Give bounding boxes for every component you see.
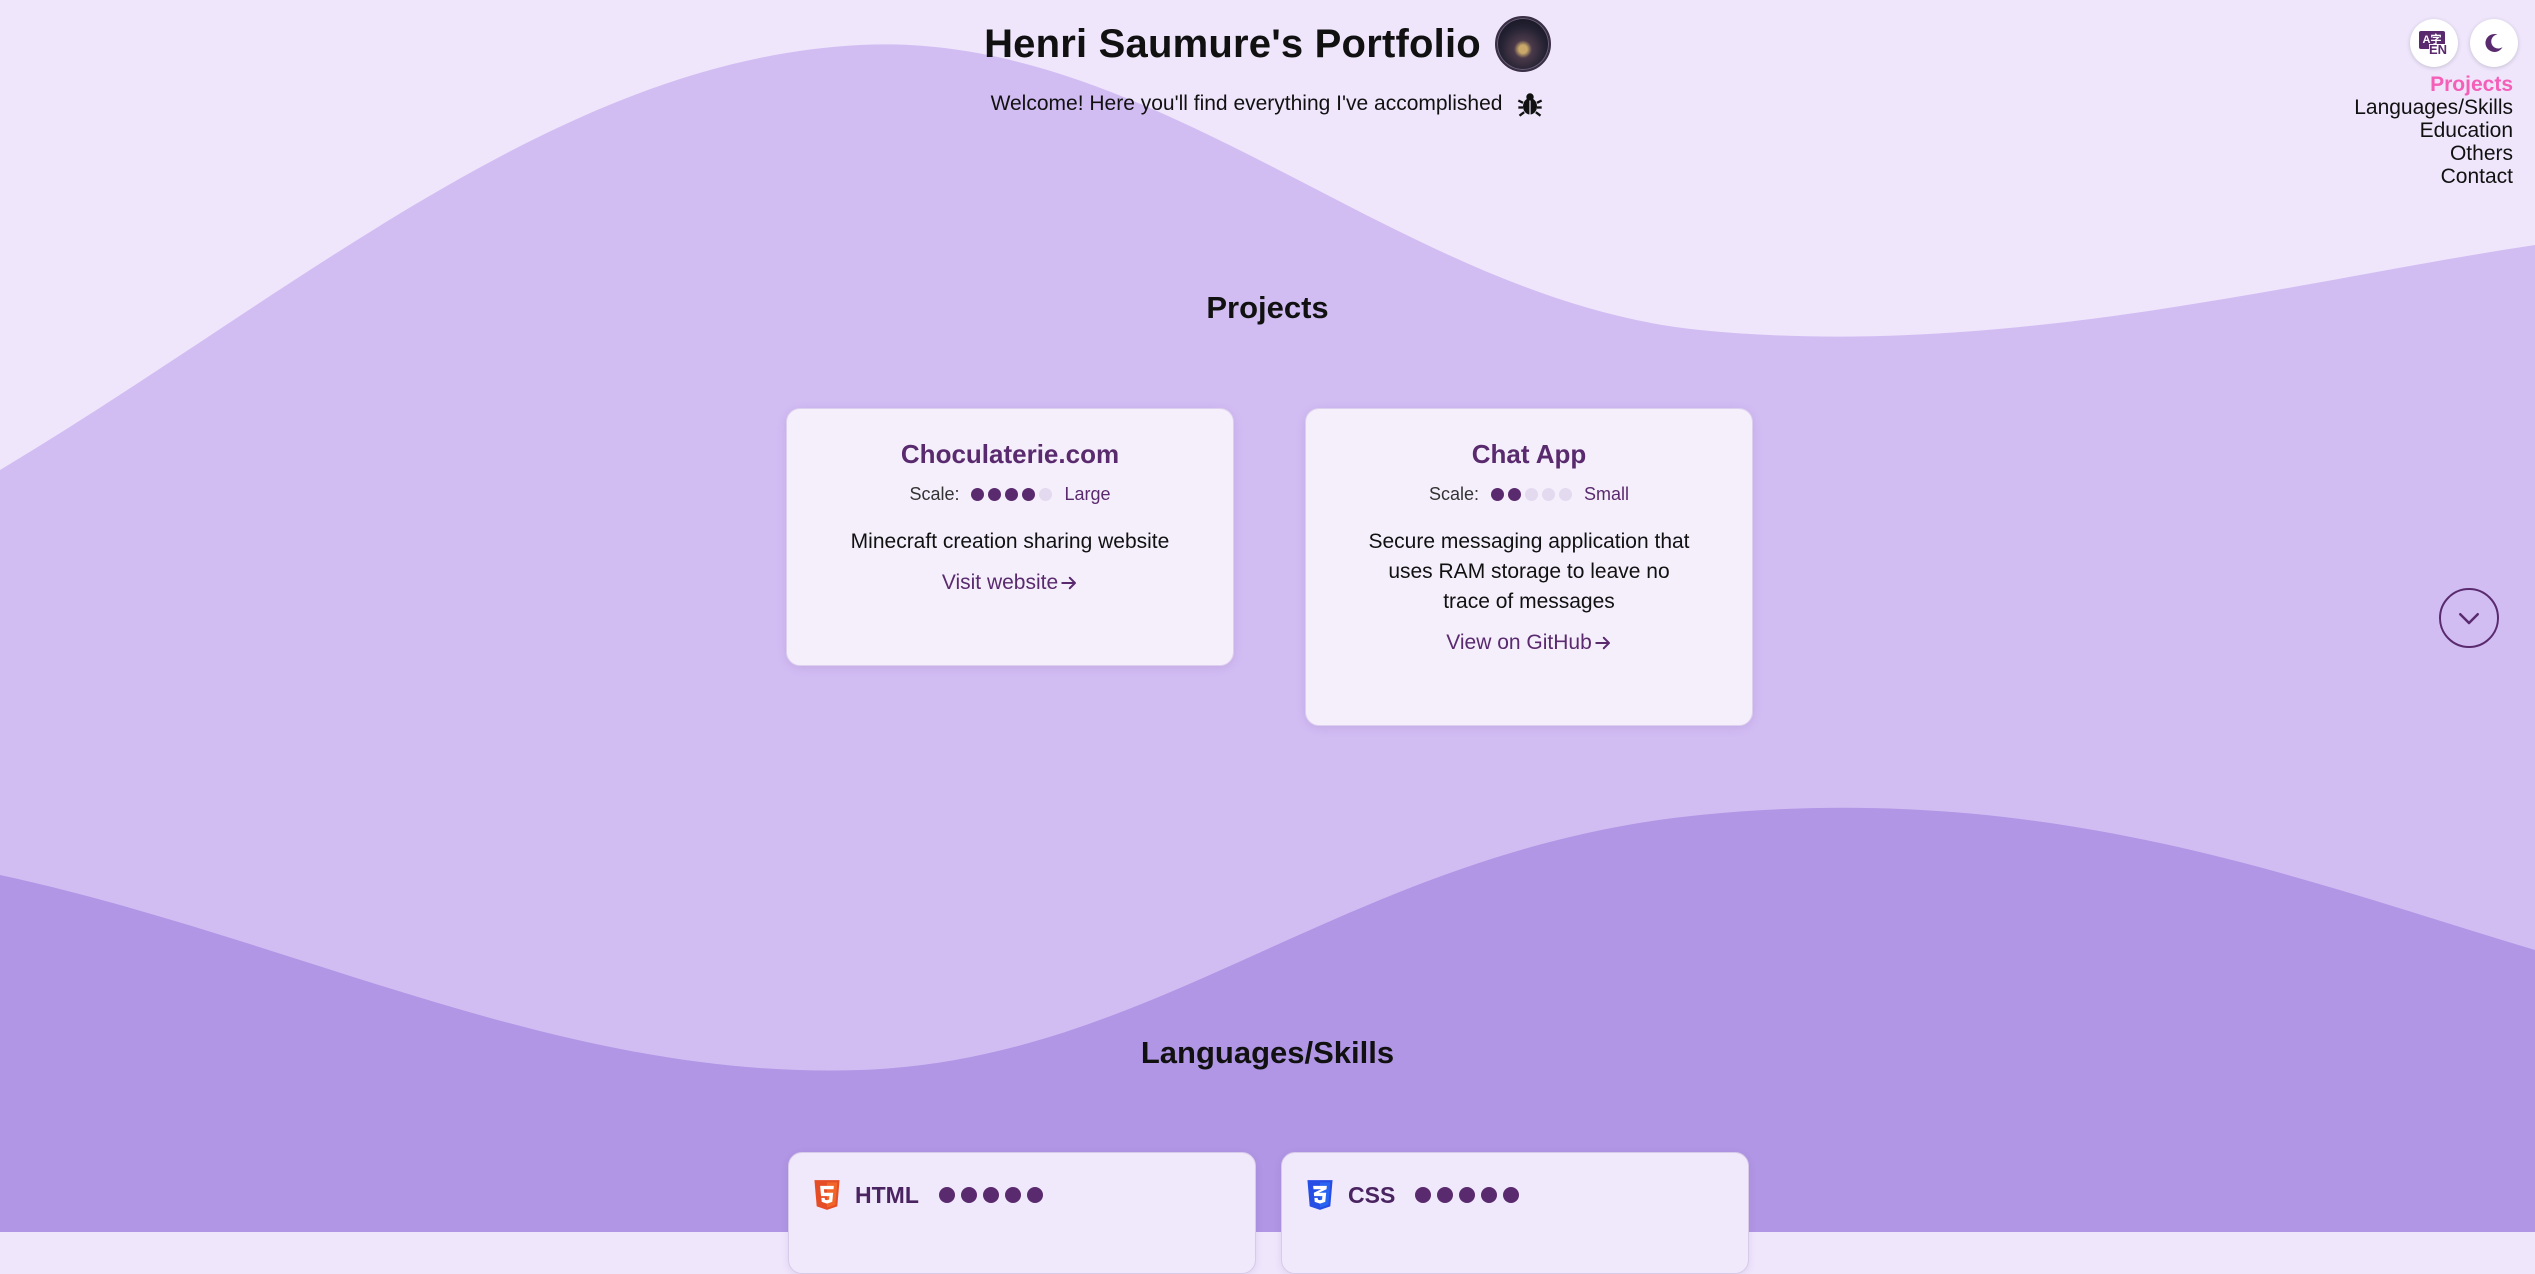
project-card: Chat App Scale: Small Secure messaging a… [1305,408,1753,726]
scale-label: Scale: [1428,484,1479,504]
scale-dot-filled [971,488,985,501]
language-toggle-button[interactable]: A字 EN [2410,19,2458,67]
language-code: EN [2429,42,2448,57]
scale-dot-filled [1508,488,1521,501]
skill-card: HTML [788,1152,1256,1274]
skill-level-dot [982,1187,999,1203]
view-on-github-link[interactable]: View on GitHub [1446,631,1612,655]
skill-name: HTML [855,1181,919,1208]
project-scale: Scale: Small [1306,484,1752,505]
nav-item-contact[interactable]: Contact [2354,165,2513,188]
page-subtitle: Welcome! Here you'll find everything I'v… [990,92,1503,115]
scale-dots [1491,488,1572,501]
moon-icon [2485,33,2503,52]
header: Henri Saumure's Portfolio [0,16,2535,72]
skill-level-dot [1004,1187,1021,1203]
section-nav: Projects Languages/Skills Education Othe… [2354,73,2513,188]
project-card: Choculaterie.com Scale: Large Minecraft … [786,408,1234,666]
scale-dot-empty [1559,488,1572,501]
project-scale: Scale: Large [787,484,1233,505]
scale-dot-filled [1022,488,1036,501]
scroll-down-button[interactable] [2439,588,2499,648]
skill-level-dots [938,1187,1043,1203]
html5-icon [814,1180,840,1210]
project-description: Secure messaging application that uses R… [1368,530,1690,613]
skill-name: CSS [1348,1181,1396,1208]
bug-icon [1518,93,1543,117]
scale-dot-empty [1525,488,1538,501]
skill-level-dot [1481,1187,1498,1203]
project-title: Chat App [1471,439,1587,469]
skills-heading: Languages/Skills [1140,1035,1395,1070]
chevron-down-icon [2459,613,2479,625]
css3-icon [1307,1180,1333,1210]
page-title: Henri Saumure's Portfolio [984,21,1481,66]
skill-card: CSS [1281,1152,1749,1274]
scale-label: Scale: [909,484,960,504]
skill-level-dot [1503,1187,1520,1203]
translate-icon: A字 EN [2419,30,2449,56]
scale-dot-filled [988,488,1002,501]
nav-item-others[interactable]: Others [2354,142,2513,165]
scale-dot-empty [1542,488,1555,501]
skill-level-dot [1459,1187,1476,1203]
skill-level-dot [1026,1187,1043,1203]
scale-dot-empty [1039,488,1053,501]
scale-word: Large [1064,484,1111,504]
skill-level-dots [1415,1187,1520,1203]
arrow-right-icon [1061,576,1077,590]
subtitle-row: Welcome! Here you'll find everything I'v… [0,90,2535,118]
scale-dots [971,488,1053,501]
skill-level-dot [1437,1187,1454,1203]
theme-toggle-button[interactable] [2470,19,2518,67]
skill-level-dot [960,1187,977,1203]
scale-dot-filled [1491,488,1504,501]
skill-level-dot [1415,1187,1432,1203]
nav-item-languages-skills[interactable]: Languages/Skills [2354,96,2513,119]
nav-item-education[interactable]: Education [2354,119,2513,142]
scale-dot-filled [1005,488,1019,501]
link-label: Visit website [941,571,1059,594]
scale-word: Small [1584,484,1630,504]
projects-heading: Projects [1206,290,1329,325]
skill-level-dot [938,1187,955,1203]
visit-website-link[interactable]: Visit website [942,571,1078,595]
link-label: View on GitHub [1446,631,1592,654]
project-description: Minecraft creation sharing website [850,530,1170,553]
project-title: Choculaterie.com [900,439,1120,469]
avatar [1494,16,1551,72]
nav-item-projects[interactable]: Projects [2354,73,2513,96]
arrow-right-icon [1595,636,1610,650]
